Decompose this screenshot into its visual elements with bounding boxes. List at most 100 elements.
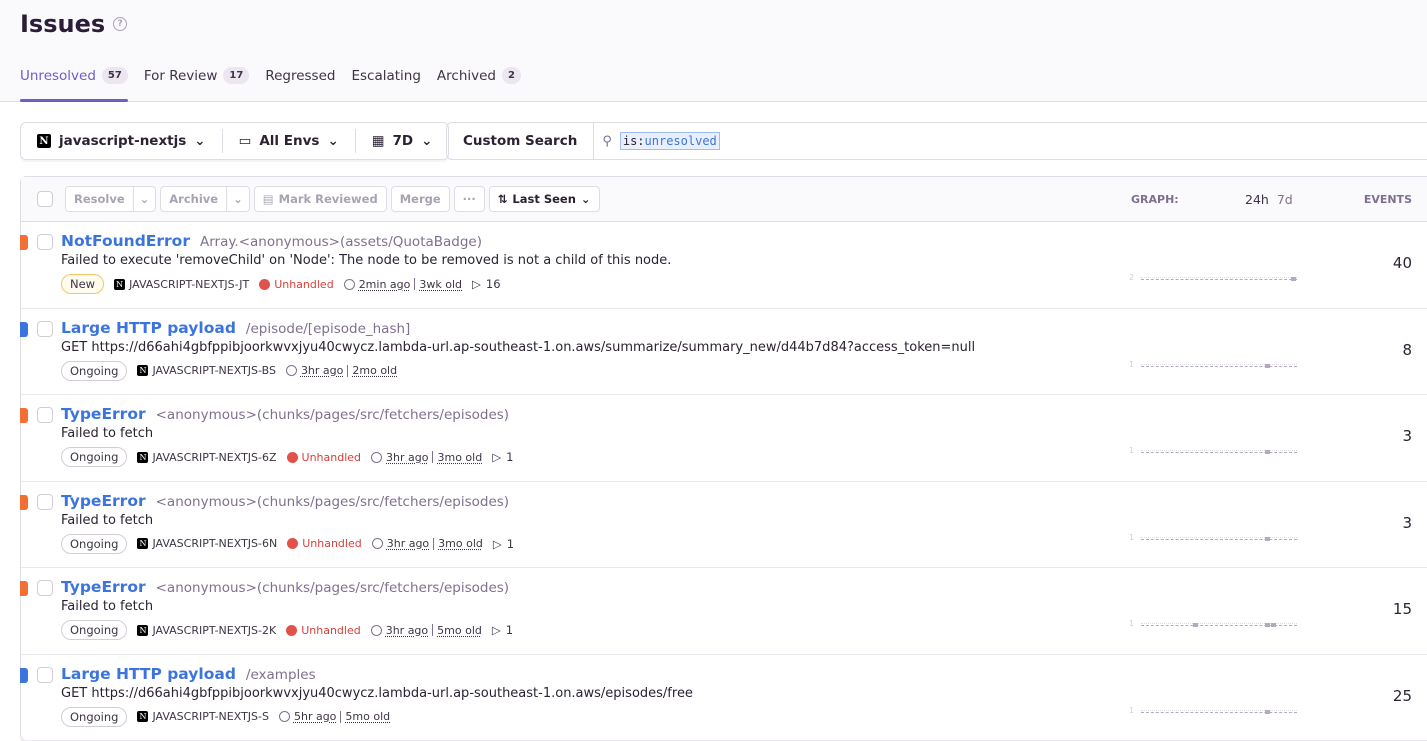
short-id[interactable]: NJAVASCRIPT-NEXTJS-S [137, 710, 269, 723]
short-id[interactable]: NJAVASCRIPT-NEXTJS-2K [137, 624, 276, 637]
first-seen[interactable]: 3mo old [437, 451, 482, 464]
archive-button[interactable]: Archive [160, 186, 227, 212]
issue-meta: New NJAVASCRIPT-NEXTJS-JT Unhandled 2min… [61, 274, 501, 294]
sparkline-base [1141, 366, 1297, 367]
issue-list: Resolve⌄ Archive⌄ ▤Mark Reviewed Merge ·… [20, 176, 1427, 741]
issue-title[interactable]: TypeError [61, 578, 146, 596]
sparkline: 1 [1129, 355, 1309, 369]
replays-link[interactable]: ▷1 [492, 450, 513, 464]
tab-for-review[interactable]: For Review17 [144, 68, 249, 102]
skull-icon [287, 452, 298, 463]
issue-row[interactable]: TypeError<anonymous>(chunks/pages/src/fe… [21, 568, 1427, 655]
chevron-down-icon: ⌄ [140, 192, 150, 206]
tab-escalating[interactable]: Escalating [351, 68, 420, 102]
time-info: 3hr ago 3mo old [372, 537, 483, 550]
tab-regressed[interactable]: Regressed [265, 68, 335, 102]
issue-row[interactable]: TypeError <anonymous>(chunks/pages/src/fe… [21, 482, 1427, 569]
level-indicator [20, 668, 28, 683]
resolve-dropdown[interactable]: ⌄ [134, 186, 157, 212]
short-id[interactable]: NJAVASCRIPT-NEXTJS-BS [137, 364, 275, 377]
level-indicator [20, 581, 28, 596]
sparkline-max: 1 [1129, 360, 1134, 369]
replays-link[interactable]: ▷1 [493, 537, 514, 551]
last-seen[interactable]: 5hr ago [294, 710, 336, 723]
sparkline-base [1141, 452, 1297, 453]
search-token[interactable]: is:unresolved [620, 132, 720, 150]
divider [347, 365, 348, 377]
time-info: 2min ago 3wk old [344, 278, 462, 291]
custom-search-button[interactable]: Custom Search [447, 123, 594, 159]
issue-title[interactable]: Large HTTP payload [61, 665, 236, 683]
sparkline: 2 [1129, 268, 1309, 282]
event-count: 3 [1402, 514, 1412, 532]
issue-meta: Ongoing NJAVASCRIPT-NEXTJS-6N Unhandled … [61, 534, 514, 554]
more-actions-button[interactable]: ··· [454, 186, 485, 212]
level-indicator [20, 235, 28, 250]
issue-row[interactable]: TypeError<anonymous>(chunks/pages/src/fe… [21, 395, 1427, 482]
replays-link[interactable]: ▷1 [492, 623, 513, 637]
range-7d[interactable]: 7d [1277, 192, 1293, 207]
issue-location: /episode/[episode_hash] [246, 321, 410, 337]
issue-location: <anonymous>(chunks/pages/src/fetchers/ep… [156, 494, 509, 510]
chevron-down-icon: ⌄ [327, 133, 338, 149]
sparkline-base [1141, 279, 1297, 280]
issue-checkbox[interactable] [37, 667, 53, 683]
short-id[interactable]: NJAVASCRIPT-NEXTJS-6N [137, 537, 277, 550]
clock-icon [371, 625, 382, 636]
issue-title[interactable]: TypeError [61, 405, 146, 423]
resolve-button[interactable]: Resolve [65, 186, 134, 212]
divider [433, 538, 434, 550]
last-seen[interactable]: 3hr ago [386, 624, 428, 637]
tab-count: 57 [102, 67, 128, 84]
short-id[interactable]: NJAVASCRIPT-NEXTJS-6Z [137, 451, 276, 464]
merge-button[interactable]: Merge [391, 186, 450, 212]
clock-icon [371, 452, 382, 463]
status-badge: Ongoing [61, 707, 127, 727]
last-seen[interactable]: 3hr ago [386, 451, 428, 464]
calendar-icon: ▦ [372, 133, 385, 149]
issue-checkbox[interactable] [37, 407, 53, 423]
issue-row[interactable]: NotFoundError Array.<anonymous>(assets/Qu… [21, 222, 1427, 309]
range-24h[interactable]: 24h [1245, 192, 1269, 207]
date-range-selector[interactable]: ▦7D⌄ [356, 129, 449, 153]
issue-row[interactable]: Large HTTP payload/examples GET https://… [21, 655, 1427, 741]
select-all-checkbox[interactable] [37, 191, 53, 207]
issue-title[interactable]: NotFoundError [61, 232, 190, 250]
issue-location: Array.<anonymous>(assets/QuotaBadge) [200, 234, 482, 250]
last-seen[interactable]: 2min ago [359, 278, 411, 291]
nextjs-icon: N [137, 365, 148, 376]
issue-row[interactable]: Large HTTP payload/episode/[episode_hash… [21, 309, 1427, 396]
page-title: Issues? [20, 10, 127, 38]
issue-title[interactable]: TypeError [61, 492, 146, 510]
search-input[interactable]: ⚲ is:unresolved [594, 132, 719, 150]
short-id[interactable]: NJAVASCRIPT-NEXTJS-JT [114, 278, 249, 291]
replays-link[interactable]: ▷16 [472, 277, 501, 291]
archive-dropdown[interactable]: ⌄ [227, 186, 250, 212]
issue-checkbox[interactable] [37, 234, 53, 250]
first-seen[interactable]: 3mo old [438, 537, 483, 550]
sparkline: 1 [1129, 701, 1309, 715]
issue-checkbox[interactable] [37, 494, 53, 510]
project-selector[interactable]: Njavascript-nextjs⌄ [21, 129, 223, 153]
first-seen[interactable]: 5mo old [437, 624, 482, 637]
sort-button[interactable]: ⇅Last Seen⌄ [489, 186, 600, 212]
environment-selector[interactable]: ▭All Envs⌄ [223, 129, 356, 153]
issue-checkbox[interactable] [37, 580, 53, 596]
sparkline-max: 2 [1129, 273, 1134, 282]
event-count: 40 [1393, 254, 1412, 272]
first-seen[interactable]: 5mo old [345, 710, 390, 723]
issue-title[interactable]: Large HTTP payload [61, 319, 236, 337]
help-icon[interactable]: ? [113, 17, 127, 31]
last-seen[interactable]: 3hr ago [387, 537, 429, 550]
issue-checkbox[interactable] [37, 321, 53, 337]
events-column-header[interactable]: EVENTS [1364, 193, 1412, 206]
sparkline-bar [1265, 623, 1270, 627]
tab-unresolved[interactable]: Unresolved57 [20, 68, 128, 102]
first-seen[interactable]: 2mo old [352, 364, 397, 377]
mark-reviewed-button[interactable]: ▤Mark Reviewed [254, 186, 387, 212]
last-seen[interactable]: 3hr ago [301, 364, 343, 377]
first-seen[interactable]: 3wk old [419, 278, 462, 291]
graph-range-toggle: 24h 7d [1245, 192, 1293, 207]
tab-archived[interactable]: Archived2 [437, 68, 521, 102]
time-info: 3hr ago 2mo old [286, 364, 397, 377]
